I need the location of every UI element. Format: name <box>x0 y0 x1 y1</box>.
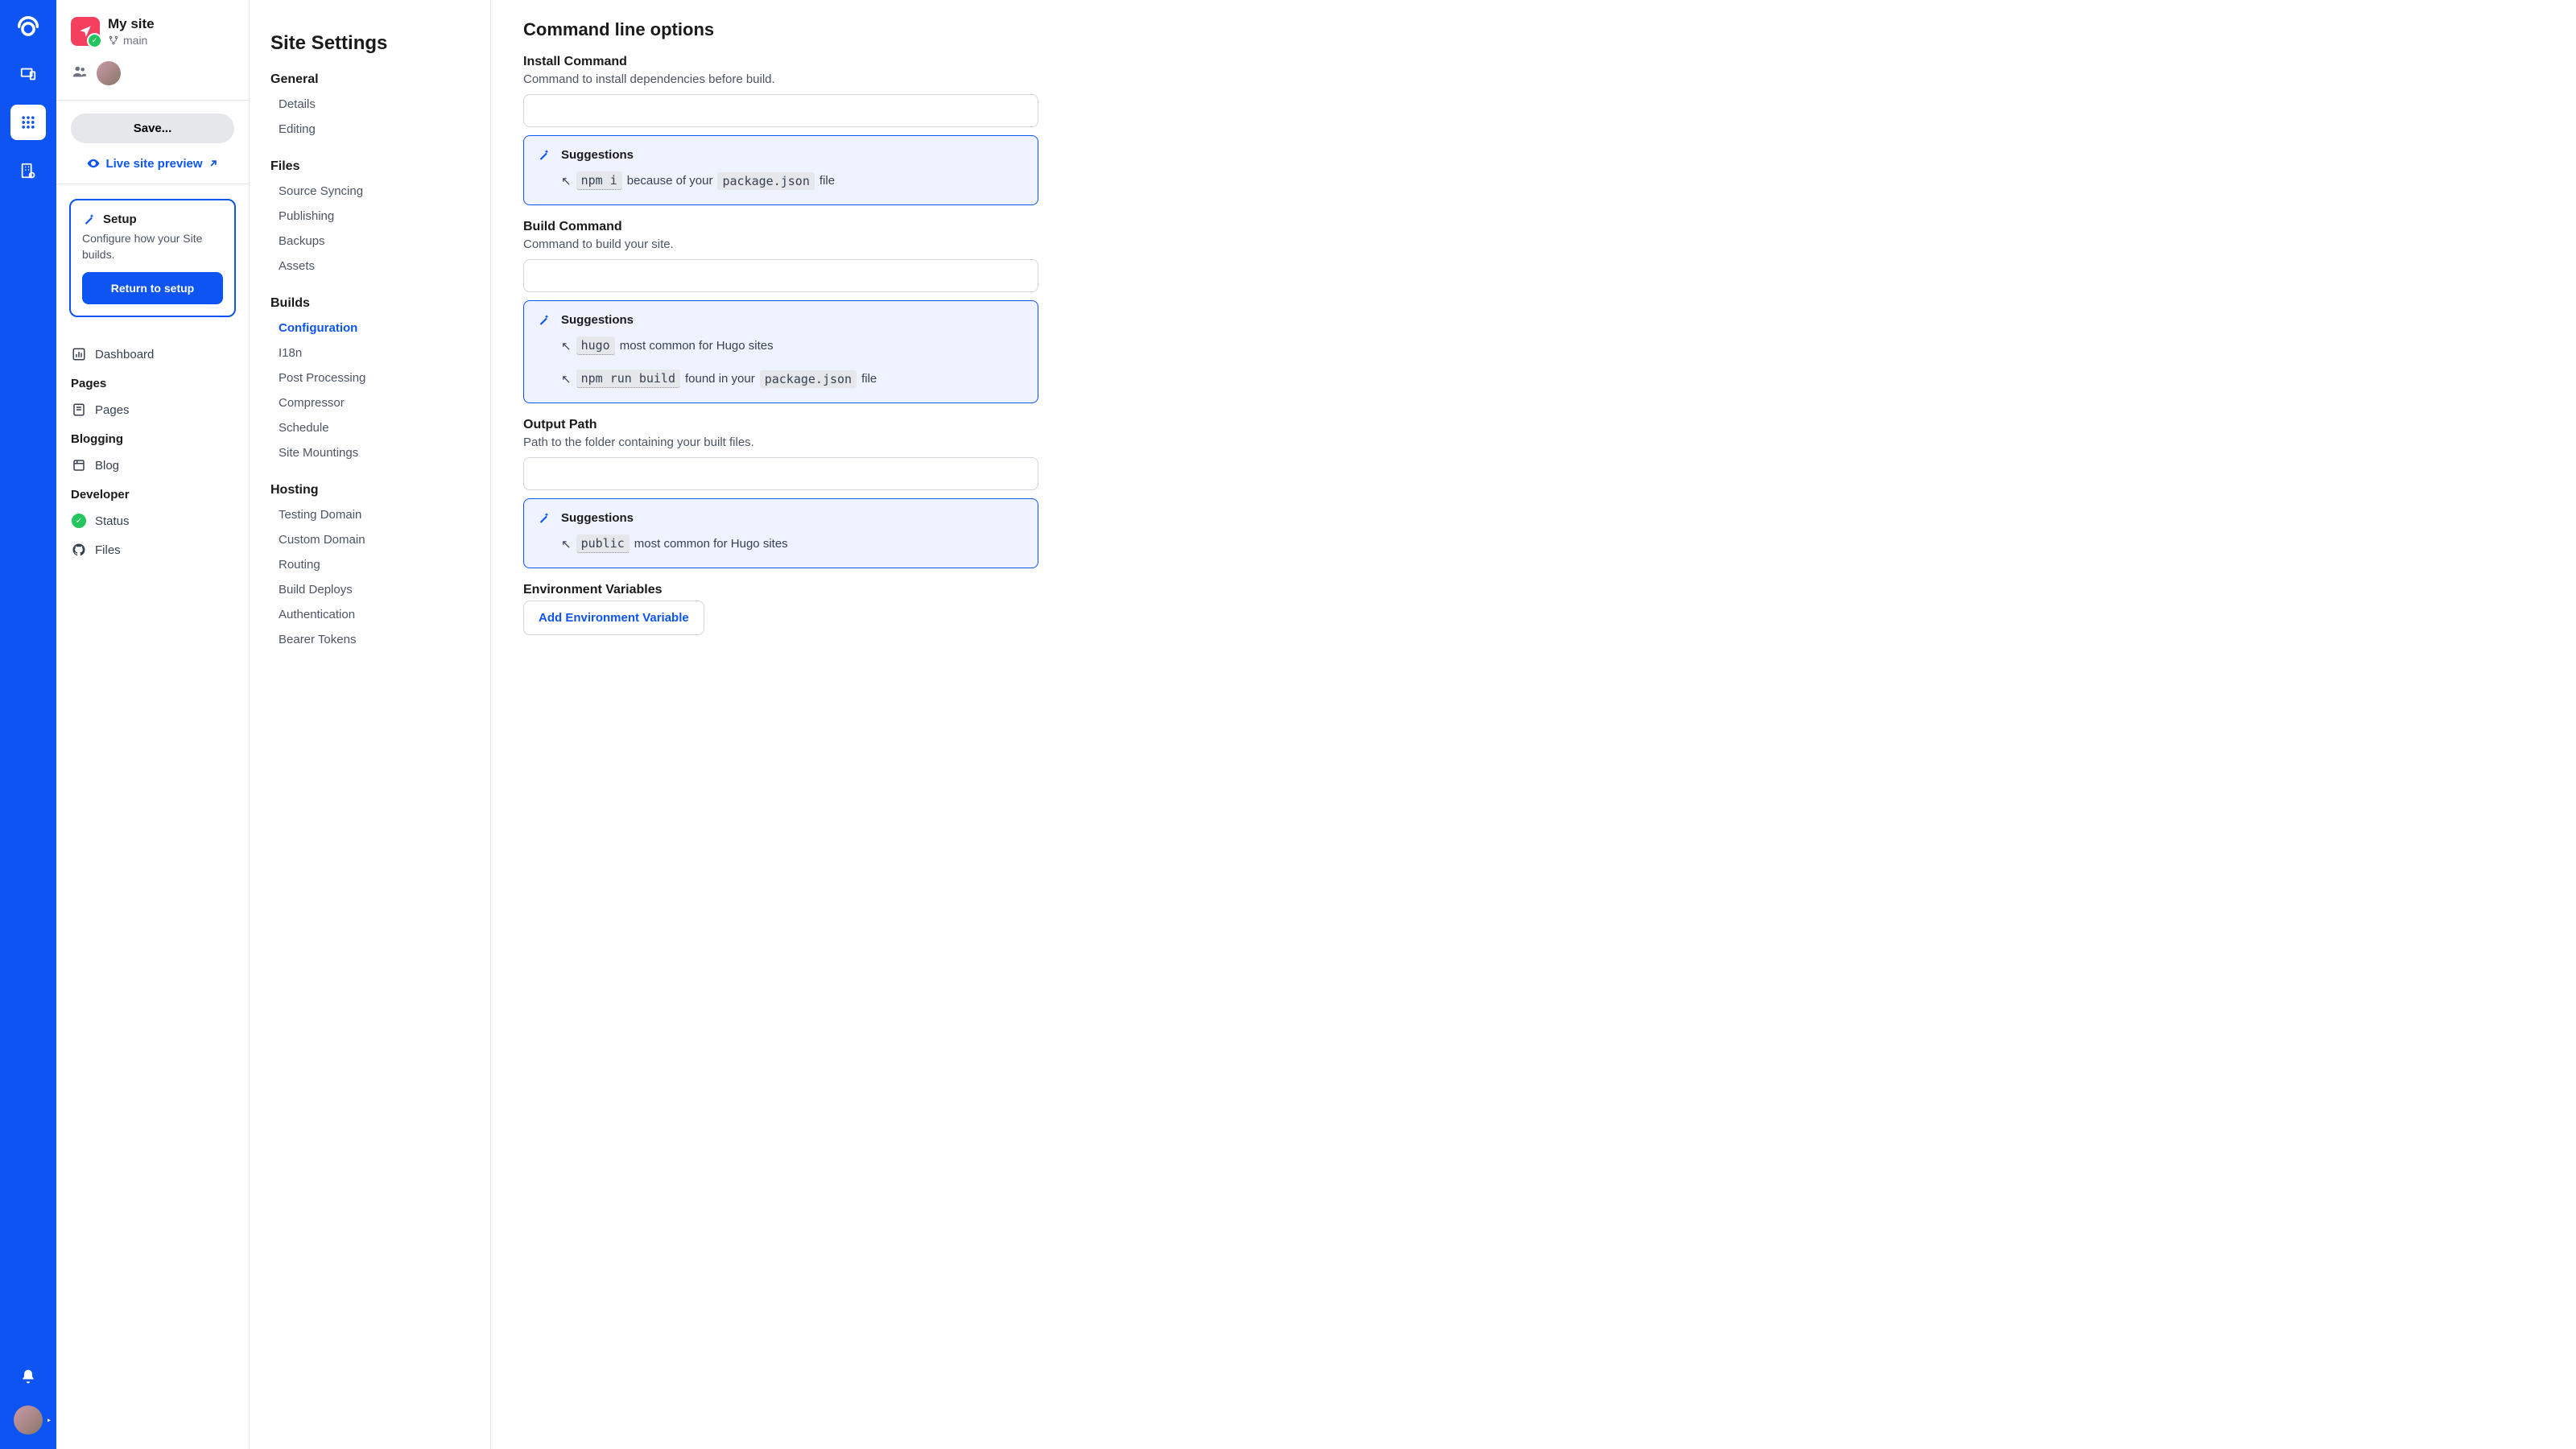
settings-item-testing-domain[interactable]: Testing Domain <box>270 502 469 527</box>
nav-rail <box>0 0 56 1449</box>
live-preview-link[interactable]: Live site preview <box>56 151 249 184</box>
install-command-input[interactable] <box>523 94 1038 127</box>
output-label: Output Path <box>523 418 2544 432</box>
page-title: Command line options <box>523 19 2544 40</box>
project-icon <box>71 17 100 46</box>
settings-item-configuration[interactable]: Configuration <box>270 316 469 341</box>
settings-item-details[interactable]: Details <box>270 92 469 117</box>
settings-item-authentication[interactable]: Authentication <box>270 602 469 627</box>
env-label: Environment Variables <box>523 583 2544 597</box>
settings-item-source-syncing[interactable]: Source Syncing <box>270 179 469 204</box>
blog-icon <box>71 457 87 473</box>
logo-icon[interactable] <box>14 14 43 43</box>
devices-icon[interactable] <box>10 56 46 92</box>
settings-item-backups[interactable]: Backups <box>270 229 469 254</box>
settings-item-schedule[interactable]: Schedule <box>270 415 469 440</box>
settings-group-head: Builds <box>270 296 469 311</box>
build-command-input[interactable] <box>523 259 1038 292</box>
team-row[interactable] <box>56 55 249 101</box>
nav-head-pages: Pages <box>71 369 234 395</box>
wand-icon <box>537 510 551 525</box>
settings-item-build-deploys[interactable]: Build Deploys <box>270 577 469 602</box>
build-label: Build Command <box>523 220 2544 234</box>
insert-arrow-icon: ↖ <box>561 339 572 353</box>
sidebar-item-dashboard[interactable]: Dashboard <box>71 340 234 369</box>
add-env-var-button[interactable]: Add Environment Variable <box>523 601 704 635</box>
settings-item-custom-domain[interactable]: Custom Domain <box>270 527 469 552</box>
dashboard-icon <box>71 346 87 362</box>
project-title: My site <box>108 16 155 32</box>
pages-icon <box>71 402 87 418</box>
settings-item-post-processing[interactable]: Post Processing <box>270 365 469 390</box>
settings-item-site-mountings[interactable]: Site Mountings <box>270 440 469 465</box>
settings-panel: Site Settings General DetailsEditing Files… <box>250 0 491 1449</box>
insert-arrow-icon: ↖ <box>561 537 572 551</box>
suggestion-hugo[interactable]: hugo <box>576 336 615 355</box>
apps-grid-icon[interactable] <box>10 105 46 140</box>
org-settings-icon[interactable] <box>10 153 46 188</box>
user-avatar[interactable] <box>14 1406 43 1435</box>
insert-arrow-icon: ↖ <box>561 174 572 188</box>
settings-item-compressor[interactable]: Compressor <box>270 390 469 415</box>
branch-name: main <box>123 34 147 47</box>
output-path-input[interactable] <box>523 457 1038 490</box>
setup-card: Setup Configure how your Site builds. Re… <box>69 199 236 317</box>
install-suggestions: Suggestions ↖ npm i because of your pack… <box>523 135 1038 205</box>
settings-item-assets[interactable]: Assets <box>270 254 469 279</box>
project-branch[interactable]: main <box>108 34 155 47</box>
suggestion-npm-run-build[interactable]: npm run build <box>576 369 680 388</box>
sidebar-item-blog[interactable]: Blog <box>71 451 234 480</box>
suggestion-row: ↖ public most common for Hugo sites <box>537 531 1025 556</box>
install-desc: Command to install dependencies before b… <box>523 72 2544 86</box>
setup-desc: Configure how your Site builds. <box>82 231 223 262</box>
settings-item-publishing[interactable]: Publishing <box>270 204 469 229</box>
project-header[interactable]: My site main <box>56 16 249 55</box>
output-desc: Path to the folder containing your built… <box>523 436 2544 449</box>
sidebar-item-pages[interactable]: Pages <box>71 395 234 424</box>
settings-group-head: Files <box>270 159 469 174</box>
settings-group-head: General <box>270 72 469 87</box>
build-desc: Command to build your site. <box>523 237 2544 251</box>
wand-icon <box>537 147 551 162</box>
sidebar-item-files[interactable]: Files <box>71 535 234 564</box>
return-setup-button[interactable]: Return to setup <box>82 272 223 304</box>
setup-title: Setup <box>103 213 137 226</box>
settings-group-head: Hosting <box>270 483 469 497</box>
wand-icon <box>82 212 97 226</box>
suggestion-npm-i[interactable]: npm i <box>576 171 622 190</box>
settings-title: Site Settings <box>270 32 469 55</box>
output-suggestions: Suggestions ↖ public most common for Hug… <box>523 498 1038 568</box>
save-button[interactable]: Save... <box>71 114 234 143</box>
settings-item-editing[interactable]: Editing <box>270 117 469 142</box>
suggestion-row: ↖ hugo most common for Hugo sites <box>537 333 1025 358</box>
settings-item-i18n[interactable]: I18n <box>270 341 469 365</box>
github-icon <box>71 542 87 558</box>
install-label: Install Command <box>523 55 2544 69</box>
external-link-icon <box>208 158 219 169</box>
wand-icon <box>537 312 551 327</box>
build-suggestions: Suggestions ↖ hugo most common for Hugo … <box>523 300 1038 403</box>
insert-arrow-icon: ↖ <box>561 372 572 386</box>
suggestion-row: ↖ npm i because of your package.json fil… <box>537 168 1025 193</box>
bell-icon[interactable] <box>10 1359 46 1394</box>
settings-item-bearer-tokens[interactable]: Bearer Tokens <box>270 627 469 652</box>
main-content: Command line options Install Command Com… <box>491 0 2576 1449</box>
project-panel: My site main Save... Live site preview S… <box>56 0 250 1449</box>
status-icon: ✓ <box>71 513 87 529</box>
nav-head-developer: Developer <box>71 480 234 506</box>
suggestion-public[interactable]: public <box>576 535 630 553</box>
preview-label: Live site preview <box>105 157 202 171</box>
nav-head-blogging: Blogging <box>71 424 234 451</box>
member-avatar <box>97 61 121 85</box>
suggestion-row: ↖ npm run build found in your package.js… <box>537 366 1025 391</box>
team-icon <box>71 63 89 85</box>
sidebar-item-status[interactable]: ✓ Status <box>71 506 234 535</box>
settings-item-routing[interactable]: Routing <box>270 552 469 577</box>
